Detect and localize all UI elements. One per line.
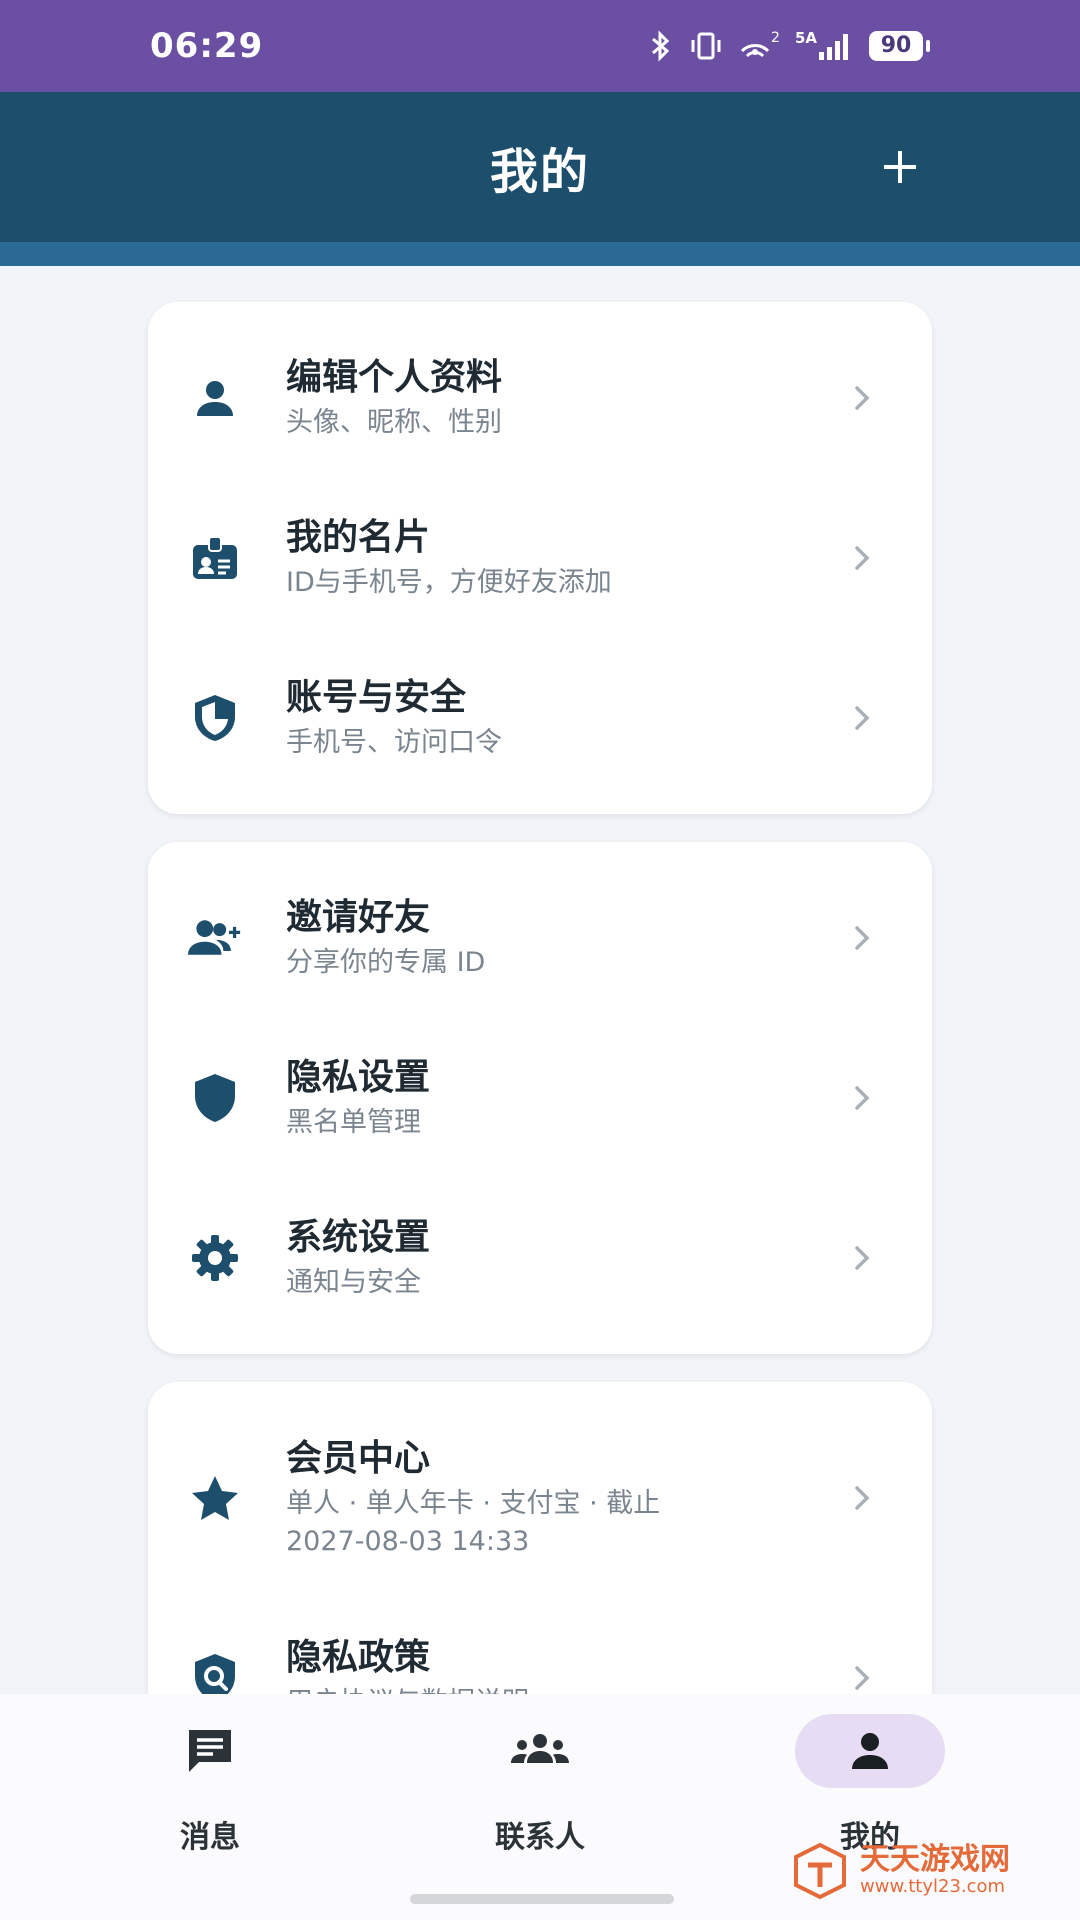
badge-icon (188, 531, 242, 585)
plus-icon (884, 151, 916, 183)
chevron-right-icon (848, 384, 876, 412)
account-security-item[interactable]: 账号与安全 手机号、访问口令 (148, 638, 932, 798)
svg-text:5A: 5A (795, 30, 817, 47)
item-subtitle: 手机号、访问口令 (286, 727, 502, 758)
edit-profile-item[interactable]: 编辑个人资料 头像、昵称、性别 (148, 318, 932, 478)
chevron-right-icon (848, 924, 876, 952)
item-title: 邀请好友 (286, 897, 431, 938)
item-subtitle: 单人 · 单人年卡 · 支付宝 · 截止 (286, 1488, 661, 1519)
shield-icon (188, 1071, 242, 1125)
item-title: 我的名片 (286, 517, 431, 558)
item-title: 账号与安全 (286, 677, 467, 718)
social-settings-card: 邀请好友 分享你的专属 ID 隐私设置 黑名单管理 系统设置 通知与安全 (148, 842, 932, 1354)
watermark-title: 天天游戏网 (860, 1842, 1010, 1877)
add-button[interactable] (870, 137, 930, 197)
battery-icon: 90 (869, 31, 930, 61)
invite-friends-item[interactable]: 邀请好友 分享你的专属 ID (148, 858, 932, 1018)
watermark-url: www.ttyl23.com (860, 1876, 1006, 1897)
gear-icon (188, 1231, 242, 1285)
item-title: 会员中心 (286, 1438, 431, 1479)
battery-level: 90 (869, 31, 923, 61)
home-indicator[interactable] (410, 1894, 674, 1904)
chevron-right-icon (848, 1244, 876, 1272)
bluetooth-icon (645, 30, 675, 62)
chevron-right-icon (848, 1664, 876, 1692)
profile-card: 编辑个人资料 头像、昵称、性别 我的名片 ID与手机号，方便好友添加 账号与安全… (148, 302, 932, 814)
item-subtitle: 通知与安全 (286, 1267, 421, 1298)
chevron-right-icon (848, 704, 876, 732)
privacy-settings-item[interactable]: 隐私设置 黑名单管理 (148, 1018, 932, 1178)
person-icon (188, 371, 242, 425)
item-title: 隐私设置 (286, 1057, 431, 1098)
membership-expiry: 2027-08-03 14:33 (286, 1526, 530, 1557)
shield-check-icon (188, 691, 242, 745)
star-icon (188, 1471, 242, 1525)
status-bar: 06:29 2 5A 90 (0, 0, 1080, 92)
watermark-logo-icon (794, 1842, 846, 1900)
chevron-right-icon (848, 544, 876, 572)
tab-label: 联系人 (495, 1820, 585, 1855)
contacts-icon (511, 1734, 569, 1763)
item-subtitle: ID与手机号，方便好友添加 (286, 567, 612, 598)
item-title: 系统设置 (286, 1217, 431, 1258)
page-title: 我的 (489, 144, 590, 200)
item-subtitle: 黑名单管理 (286, 1107, 421, 1138)
system-settings-item[interactable]: 系统设置 通知与安全 (148, 1178, 932, 1338)
tab-messages[interactable]: 消息 (110, 1694, 310, 1920)
chevron-right-icon (848, 1484, 876, 1512)
item-subtitle: 头像、昵称、性别 (286, 407, 502, 438)
member-center-item[interactable]: 会员中心 单人 · 单人年卡 · 支付宝 · 截止 2027-08-03 14:… (148, 1398, 932, 1598)
item-subtitle: 分享你的专属 ID (286, 947, 486, 978)
item-title: 编辑个人资料 (286, 357, 503, 398)
watermark: 天天游戏网 www.ttyl23.com (790, 1826, 1060, 1916)
status-icons: 2 5A 90 (645, 30, 930, 62)
vibrate-icon (689, 30, 723, 62)
my-card-item[interactable]: 我的名片 ID与手机号，方便好友添加 (148, 478, 932, 638)
settings-list: 编辑个人资料 头像、昵称、性别 我的名片 ID与手机号，方便好友添加 账号与安全… (148, 302, 932, 1802)
cellular-signal-icon: 5A (795, 30, 855, 62)
chevron-right-icon (848, 1084, 876, 1112)
app-header: 我的 (0, 92, 1080, 242)
add-friend-icon (188, 911, 242, 965)
item-title: 隐私政策 (286, 1637, 431, 1678)
tab-contacts[interactable]: 联系人 (440, 1694, 640, 1920)
hotspot-icon: 2 (737, 30, 781, 62)
profile-icon (852, 1733, 888, 1769)
header-divider (0, 242, 1080, 266)
status-time: 06:29 (150, 26, 264, 66)
svg-text:2: 2 (771, 30, 780, 46)
message-icon (189, 1730, 231, 1772)
tab-label: 消息 (180, 1820, 240, 1855)
